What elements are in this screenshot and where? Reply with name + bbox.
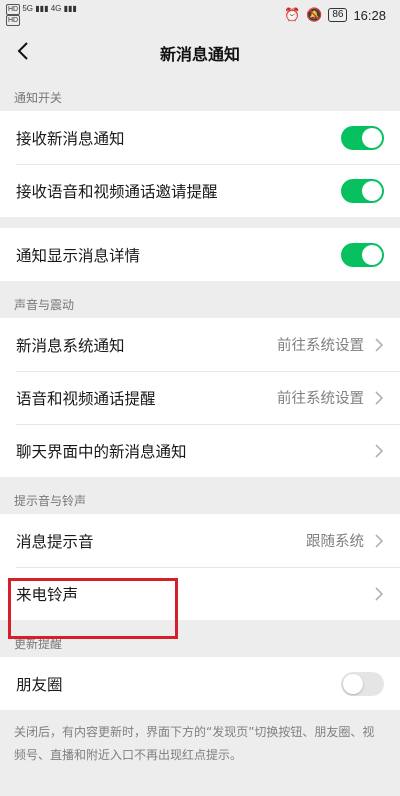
setting-label: 消息提示音	[16, 532, 94, 551]
settings-group-detail: 通知显示消息详情	[0, 228, 400, 281]
chevron-right-icon	[375, 586, 384, 601]
toggle-knob	[343, 673, 363, 694]
setting-value: 前往系统设置	[277, 391, 364, 407]
toggle-receive-new[interactable]	[341, 125, 384, 150]
nav-bar: 新消息通知	[0, 28, 400, 74]
toggle-knob	[362, 127, 382, 148]
setting-label: 朋友圈	[16, 675, 63, 694]
setting-row-show-detail: 通知显示消息详情	[0, 228, 400, 281]
network-label: 4G	[50, 4, 62, 13]
setting-row-receive-new: 接收新消息通知	[0, 111, 400, 164]
chevron-right-icon	[375, 390, 384, 405]
setting-label: 通知显示消息详情	[16, 246, 141, 265]
highlight-box	[8, 578, 178, 639]
toggle-moments[interactable]	[341, 671, 384, 696]
toggle-show-detail[interactable]	[341, 242, 384, 267]
setting-label: 聊天界面中的新消息通知	[16, 442, 187, 461]
setting-label: 新消息系统通知	[16, 336, 125, 355]
chevron-right-icon	[375, 533, 384, 548]
section-header-tone: 提示音与铃声	[14, 494, 87, 508]
setting-row-call-reminder[interactable]: 语音和视频通话提醒 前往系统设置	[0, 371, 400, 424]
clock: 16:28	[353, 7, 386, 23]
hd-badge: HD	[6, 15, 21, 26]
setting-label: 语音和视频通话提醒	[16, 389, 156, 408]
chevron-right-icon	[375, 337, 384, 352]
status-bar: HD 5G ▮▮▮ 4G ▮▮▮ HD ⏰ 🔕 86 16:28	[0, 0, 400, 28]
toggle-knob	[362, 244, 382, 265]
section-header-sound: 声音与震动	[14, 298, 75, 312]
signal-bars-icon: ▮▮▮	[63, 4, 77, 13]
setting-row-chat-new-msg[interactable]: 聊天界面中的新消息通知	[0, 424, 400, 477]
footnote-text: 关闭后，有内容更新时，界面下方的“发现页”切换按钮、朋友圈、视频号、直播和附近入…	[14, 725, 375, 762]
setting-row-new-msg-system[interactable]: 新消息系统通知 前往系统设置	[0, 318, 400, 371]
setting-row-receive-call: 接收语音和视频通话邀请提醒	[0, 164, 400, 217]
alarm-icon: ⏰	[283, 7, 301, 22]
setting-label: 接收新消息通知	[16, 129, 125, 148]
page-title: 新消息通知	[159, 45, 240, 64]
chevron-right-icon	[375, 443, 384, 458]
mute-icon: 🔕	[306, 7, 323, 22]
setting-row-msg-tone[interactable]: 消息提示音 跟随系统	[0, 514, 400, 567]
status-right: ⏰ 🔕 86 16:28	[284, 7, 386, 23]
setting-row-moments: 朋友圈	[0, 657, 400, 710]
toggle-knob	[362, 180, 382, 201]
setting-value: 前往系统设置	[277, 338, 364, 354]
setting-value: 跟随系统	[306, 534, 364, 550]
settings-group-notify: 接收新消息通知 接收语音和视频通话邀请提醒	[0, 111, 400, 217]
battery-icon: 86	[328, 8, 348, 22]
network-label: 5G	[22, 4, 34, 13]
section-header-notify-switch: 通知开关	[14, 91, 63, 105]
hd-badge: HD	[6, 4, 21, 15]
settings-group-sound: 新消息系统通知 前往系统设置 语音和视频通话提醒 前往系统设置 聊天界面中的新消…	[0, 318, 400, 477]
settings-group-update: 朋友圈	[0, 657, 400, 710]
setting-label: 接收语音和视频通话邀请提醒	[16, 182, 218, 201]
signal-bars-icon: ▮▮▮	[35, 4, 49, 13]
toggle-receive-call[interactable]	[341, 178, 384, 203]
signal-indicators: HD 5G ▮▮▮ 4G ▮▮▮ HD	[6, 4, 77, 26]
